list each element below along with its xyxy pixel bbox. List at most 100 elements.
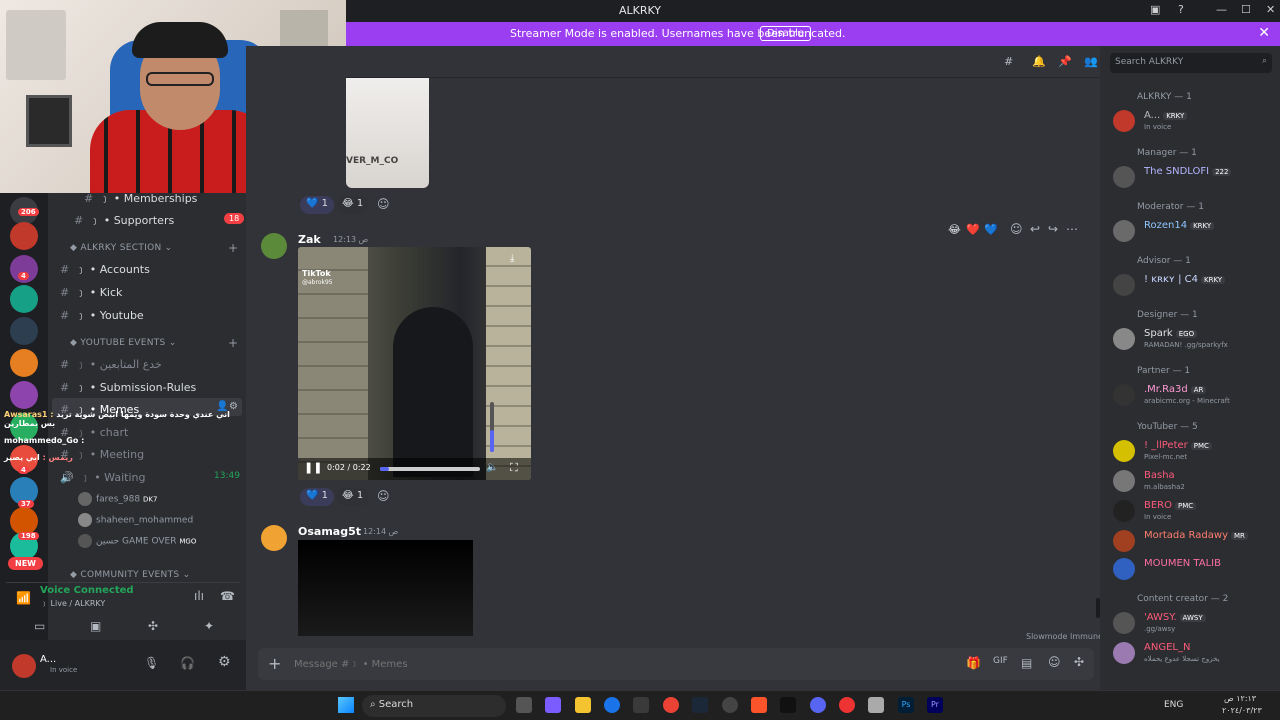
message-author[interactable]: Zak	[298, 233, 321, 246]
quick-reaction[interactable]: ❤️	[966, 223, 980, 236]
category-youtube-events[interactable]: ◆ YOUTUBE EVENTS ⌄	[70, 338, 177, 348]
video-progress[interactable]	[380, 467, 480, 471]
steam-icon[interactable]	[692, 697, 708, 713]
forward-icon[interactable]: ↪	[1048, 222, 1058, 236]
fullscreen-icon[interactable]: ⛶	[510, 461, 518, 475]
member-row[interactable]: ! _llPeter PMC Pixel-mc.net	[1113, 438, 1275, 466]
apps-icon[interactable]: ✣	[1074, 655, 1084, 669]
emoji-icon[interactable]: ☺	[1048, 655, 1061, 669]
quick-reaction[interactable]: 😂	[948, 223, 961, 236]
brave-icon[interactable]	[751, 697, 767, 713]
activities-button[interactable]: ✣	[148, 619, 158, 633]
avatar[interactable]	[261, 233, 287, 259]
add-attachment-icon[interactable]: +	[268, 654, 281, 673]
member-list-icon[interactable]: 👥	[1084, 55, 1098, 68]
voice-location[interactable]: ﹞ Live / ALKRKY	[40, 598, 105, 609]
volume-icon[interactable]: 🔈	[486, 462, 498, 473]
avatar[interactable]	[12, 654, 36, 678]
disable-streamer-button[interactable]: Disable	[760, 26, 812, 41]
voice-channel-waiting[interactable]: 🔊 ﹞ • Waiting	[60, 469, 145, 485]
new-badge[interactable]: NEW	[8, 557, 43, 570]
chrome-icon[interactable]	[663, 697, 679, 713]
more-icon[interactable]: ⋯	[1066, 222, 1078, 236]
add-reaction-icon[interactable]: ☺	[377, 489, 390, 503]
voice-user[interactable]: fares_988 DK7	[78, 492, 157, 506]
reaction-chip[interactable]: 😂 1	[336, 488, 370, 506]
file-explorer-icon[interactable]	[575, 697, 591, 713]
member-row[interactable]: 'AWSY. AWSY .gg/awsy	[1113, 610, 1275, 638]
download-icon[interactable]: ⤓	[510, 253, 514, 264]
server-icon[interactable]	[10, 349, 38, 377]
member-row[interactable]: Mortada Radawy MR	[1113, 528, 1275, 556]
notifications-icon[interactable]: 🔔	[1032, 55, 1046, 68]
noise-suppression-icon[interactable]: ılı	[194, 589, 204, 603]
channel-supporters[interactable]: # ﹞ • Supporters	[74, 212, 174, 228]
reaction-chip[interactable]: 😂 1	[336, 196, 370, 214]
task-view-icon[interactable]	[516, 697, 532, 713]
store-icon[interactable]	[633, 697, 649, 713]
reply-icon[interactable]: ↩	[1030, 222, 1040, 236]
photoshop-icon[interactable]: Ps	[898, 697, 914, 713]
voice-user[interactable]: حسين GAME OVER MGO	[78, 534, 196, 548]
mute-icon[interactable]: 🎙	[144, 656, 159, 670]
voice-user[interactable]: shaheen_mohammed	[78, 513, 193, 527]
start-icon[interactable]	[338, 697, 354, 713]
member-row[interactable]: .Mr.Ra3d AR arabicmc.org - Minecraft	[1113, 382, 1275, 410]
video-attachment[interactable]	[298, 540, 473, 636]
minimize-button[interactable]: —	[1216, 3, 1227, 16]
channel-arabic[interactable]: # ﹞ • خدع المتابعين	[60, 356, 162, 372]
clock-date[interactable]: ٢٠٢٤/٠٣/٢٣	[1222, 706, 1262, 715]
soundboard-button[interactable]: ✦	[204, 619, 214, 633]
category-alkrky-section[interactable]: ◆ ALKRKY SECTION ⌄	[70, 243, 173, 253]
member-row[interactable]: ANGEL_N يخزوج تسجلا عدوع يحملاه	[1113, 640, 1275, 668]
channel-accounts[interactable]: # ﹞ • Accounts	[60, 261, 150, 277]
app-icon[interactable]	[868, 697, 884, 713]
search-box[interactable]: Search ALKRKY ⌕	[1110, 53, 1272, 73]
camera-off-button[interactable]: ▭	[34, 619, 45, 633]
add-reaction-icon[interactable]: ☺	[377, 197, 390, 211]
member-row[interactable]: Rozen14 KRKY	[1113, 218, 1275, 246]
add-channel-icon[interactable]: +	[228, 241, 238, 255]
gift-icon[interactable]: 🎁	[966, 656, 981, 670]
member-row[interactable]: MOUMEN TALIB	[1113, 556, 1275, 584]
category-community-events[interactable]: ◆ COMMUNITY EVENTS ⌄	[70, 570, 190, 580]
edge-icon[interactable]	[604, 697, 620, 713]
add-channel-icon[interactable]: +	[228, 336, 238, 350]
server-icon[interactable]	[10, 285, 38, 313]
server-icon[interactable]	[10, 222, 38, 250]
video-player[interactable]: TikTok @abrok95 ⤓ ❚❚ 0:02 / 0:22 🔈 ⛶	[298, 247, 531, 480]
premiere-icon[interactable]: Pr	[927, 697, 943, 713]
volume-slider[interactable]	[490, 402, 494, 452]
close-window-button[interactable]: ✕	[1266, 3, 1275, 16]
reaction-chip[interactable]: 💙 1	[300, 196, 335, 214]
pause-icon[interactable]: ❚❚	[304, 461, 322, 474]
server-icon[interactable]	[10, 507, 38, 535]
channel-memberships[interactable]: # ﹞ • Memberships	[84, 190, 197, 206]
copilot-icon[interactable]	[545, 697, 561, 713]
sticker-icon[interactable]: ▤	[1021, 656, 1032, 670]
channel-kick[interactable]: # ﹞ • Kick	[60, 284, 122, 300]
member-row[interactable]: Basha m.albasha2	[1113, 468, 1275, 496]
quick-reaction[interactable]: 💙	[984, 223, 998, 236]
member-row[interactable]: A... KRKY In voice	[1113, 108, 1275, 136]
reaction-chip[interactable]: 💙 1	[300, 488, 335, 506]
add-reaction-icon[interactable]: ☺	[1010, 222, 1023, 236]
close-banner-icon[interactable]: ✕	[1258, 25, 1270, 41]
maximize-button[interactable]: ☐	[1241, 3, 1251, 16]
screen-share-button[interactable]: ▣	[90, 619, 101, 633]
channel-youtube[interactable]: # ﹞ • Youtube	[60, 307, 144, 323]
member-row[interactable]: BERO PMC In voice	[1113, 498, 1275, 526]
member-row[interactable]: The SNDLOFI 222	[1113, 164, 1275, 192]
language-indicator[interactable]: ENG	[1164, 700, 1183, 710]
disconnect-icon[interactable]: ☎	[220, 589, 235, 603]
message-author[interactable]: Osamag5t	[298, 525, 361, 538]
clock-time[interactable]: ١٢:١٣ ص	[1224, 694, 1256, 703]
pin-icon[interactable]: 📌	[1058, 55, 1072, 68]
server-icon[interactable]	[10, 381, 38, 409]
inbox-icon[interactable]: ▣	[1150, 3, 1160, 16]
message-input[interactable]	[294, 655, 894, 673]
discord-avatar[interactable]	[261, 525, 287, 551]
settings-icon[interactable]	[722, 697, 738, 713]
image-attachment[interactable]: VER_M_CO	[346, 78, 429, 188]
help-icon[interactable]: ?	[1178, 3, 1184, 16]
